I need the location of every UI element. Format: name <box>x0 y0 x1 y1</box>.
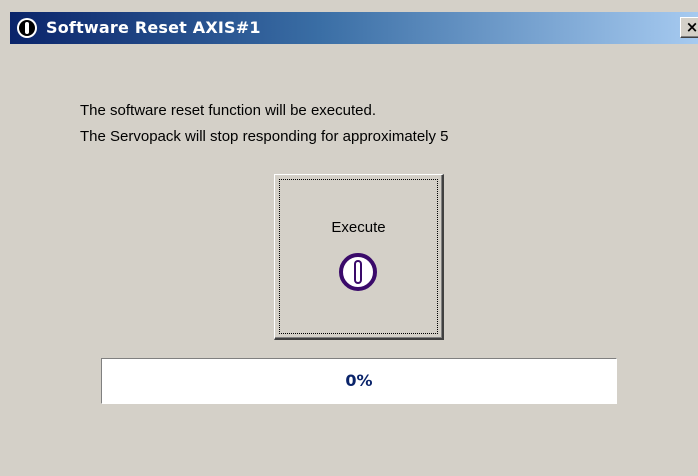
message-line-1: The software reset function will be exec… <box>80 102 376 119</box>
power-icon <box>16 17 38 39</box>
execute-label: Execute <box>331 219 386 236</box>
message-line-2: The Servopack will stop responding for a… <box>80 128 449 145</box>
window-title: Software Reset AXIS#1 <box>46 18 261 37</box>
close-icon: × <box>685 18 698 36</box>
close-button[interactable]: × <box>680 17 698 38</box>
software-reset-dialog: Software Reset AXIS#1 × The software res… <box>0 0 698 476</box>
progress-text: 0% <box>345 371 373 390</box>
title-bar[interactable]: Software Reset AXIS#1 × <box>10 12 698 44</box>
progress-bar: 0% <box>101 358 617 404</box>
execute-button[interactable]: Execute <box>274 174 444 340</box>
power-icon <box>337 251 379 293</box>
